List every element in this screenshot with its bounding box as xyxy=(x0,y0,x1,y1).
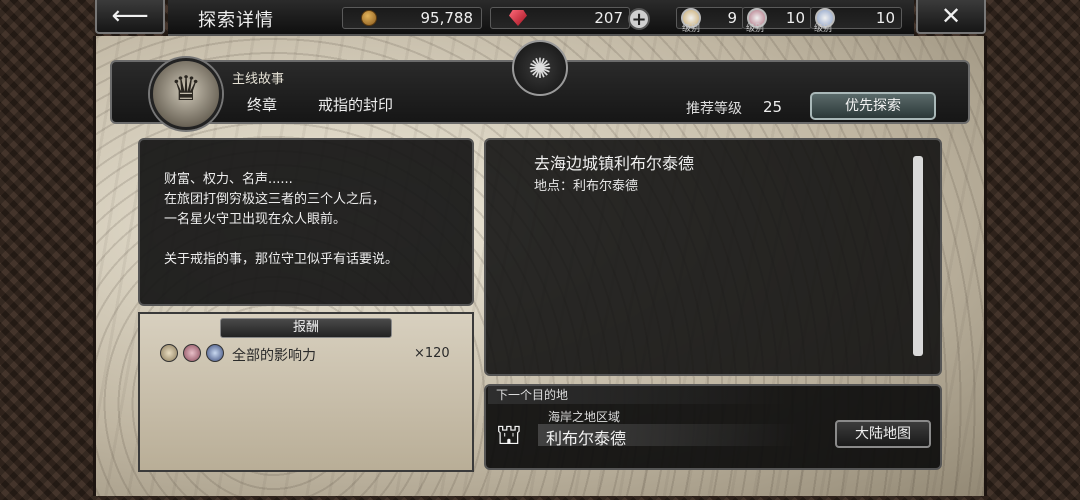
gem-currency: 207 xyxy=(490,6,630,30)
top-bar: ⟵ 探索详情 95,788 207 + 9 级别 10 级别 10 级别 ✕ xyxy=(0,0,1080,38)
reward-quantity: ×120 xyxy=(414,346,450,361)
gold-amount: 95,788 xyxy=(420,9,474,27)
chapter-title: 戒指的封印 xyxy=(318,96,394,114)
recommended-level-value: 25 xyxy=(763,98,783,116)
scrollbar[interactable] xyxy=(913,156,923,356)
page-title: 探索详情 xyxy=(198,10,274,31)
badge-label-2: 级别 xyxy=(746,24,765,34)
badge-value-2: 10 xyxy=(785,9,805,27)
continent-map-button[interactable]: 大陆地图 xyxy=(835,420,931,448)
mission-location: 地点：利布尔泰德 xyxy=(534,179,639,194)
gold-coin-icon xyxy=(361,10,377,26)
plus-icon: + xyxy=(628,8,650,30)
add-gems-button[interactable]: + xyxy=(628,7,650,31)
ruby-gem-icon xyxy=(509,10,527,26)
spiral-emblem-icon: ✺ xyxy=(512,40,568,96)
badge-value-3: 10 xyxy=(875,9,895,27)
reward-header: 报酬 xyxy=(220,318,392,338)
story-description: 财富、权力、名声...... 在旅团打倒穷极这三者的三个人之后， 一名星火守卫出… xyxy=(164,172,399,267)
arrow-left-icon: ⟵ xyxy=(111,1,149,31)
story-type: 主线故事 xyxy=(232,72,285,87)
chapter-label: 终章 xyxy=(247,96,278,114)
badge-label-1: 级别 xyxy=(682,24,701,34)
priority-explore-button[interactable]: 优先探索 xyxy=(810,92,936,120)
back-button[interactable]: ⟵ xyxy=(95,0,165,34)
close-button[interactable]: ✕ xyxy=(916,0,986,34)
mission-title: 去海边城镇利布尔泰德 xyxy=(534,154,695,173)
destination-region: 海岸之地区域 xyxy=(548,410,621,424)
recommended-level-label: 推荐等级 xyxy=(686,101,742,117)
story-crest-icon xyxy=(150,58,222,130)
next-destination-header: 下一个目的地 xyxy=(488,386,788,404)
gem-amount: 207 xyxy=(594,9,623,27)
influence-icon-2 xyxy=(183,344,201,362)
close-icon: ✕ xyxy=(940,2,962,30)
gold-currency: 95,788 xyxy=(342,6,482,30)
influence-icon-3 xyxy=(206,344,224,362)
badge-value-1: 9 xyxy=(727,9,737,27)
castle-icon: ⛫ xyxy=(496,418,522,451)
reward-item-name: 全部的影响力 xyxy=(232,348,316,364)
badge-label-3: 级别 xyxy=(814,24,833,34)
influence-icon-1 xyxy=(160,344,178,362)
destination-name: 利布尔泰德 xyxy=(546,429,627,448)
